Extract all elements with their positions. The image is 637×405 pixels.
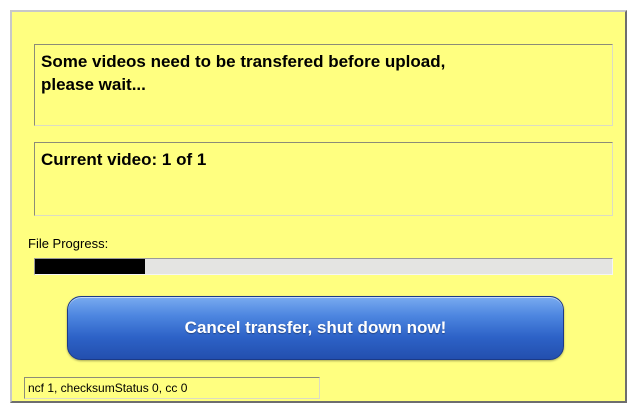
- status-message-box: Some videos need to be transfered before…: [34, 44, 613, 126]
- transfer-dialog: Some videos need to be transfered before…: [10, 10, 627, 403]
- cancel-transfer-button-label: Cancel transfer, shut down now!: [184, 318, 447, 337]
- status-message-line-1: Some videos need to be transfered before…: [41, 52, 446, 71]
- cancel-transfer-button[interactable]: Cancel transfer, shut down now!: [67, 296, 564, 360]
- file-progress-bar: [34, 258, 613, 275]
- file-progress-label: File Progress:: [28, 236, 109, 251]
- file-progress-fill: [35, 259, 145, 274]
- debug-status-field: ncf 1, checksumStatus 0, cc 0: [24, 377, 320, 399]
- current-video-box: Current video: 1 of 1: [34, 142, 613, 216]
- current-video-text: Current video: 1 of 1: [41, 150, 207, 169]
- status-message-line-2: please wait...: [41, 75, 146, 94]
